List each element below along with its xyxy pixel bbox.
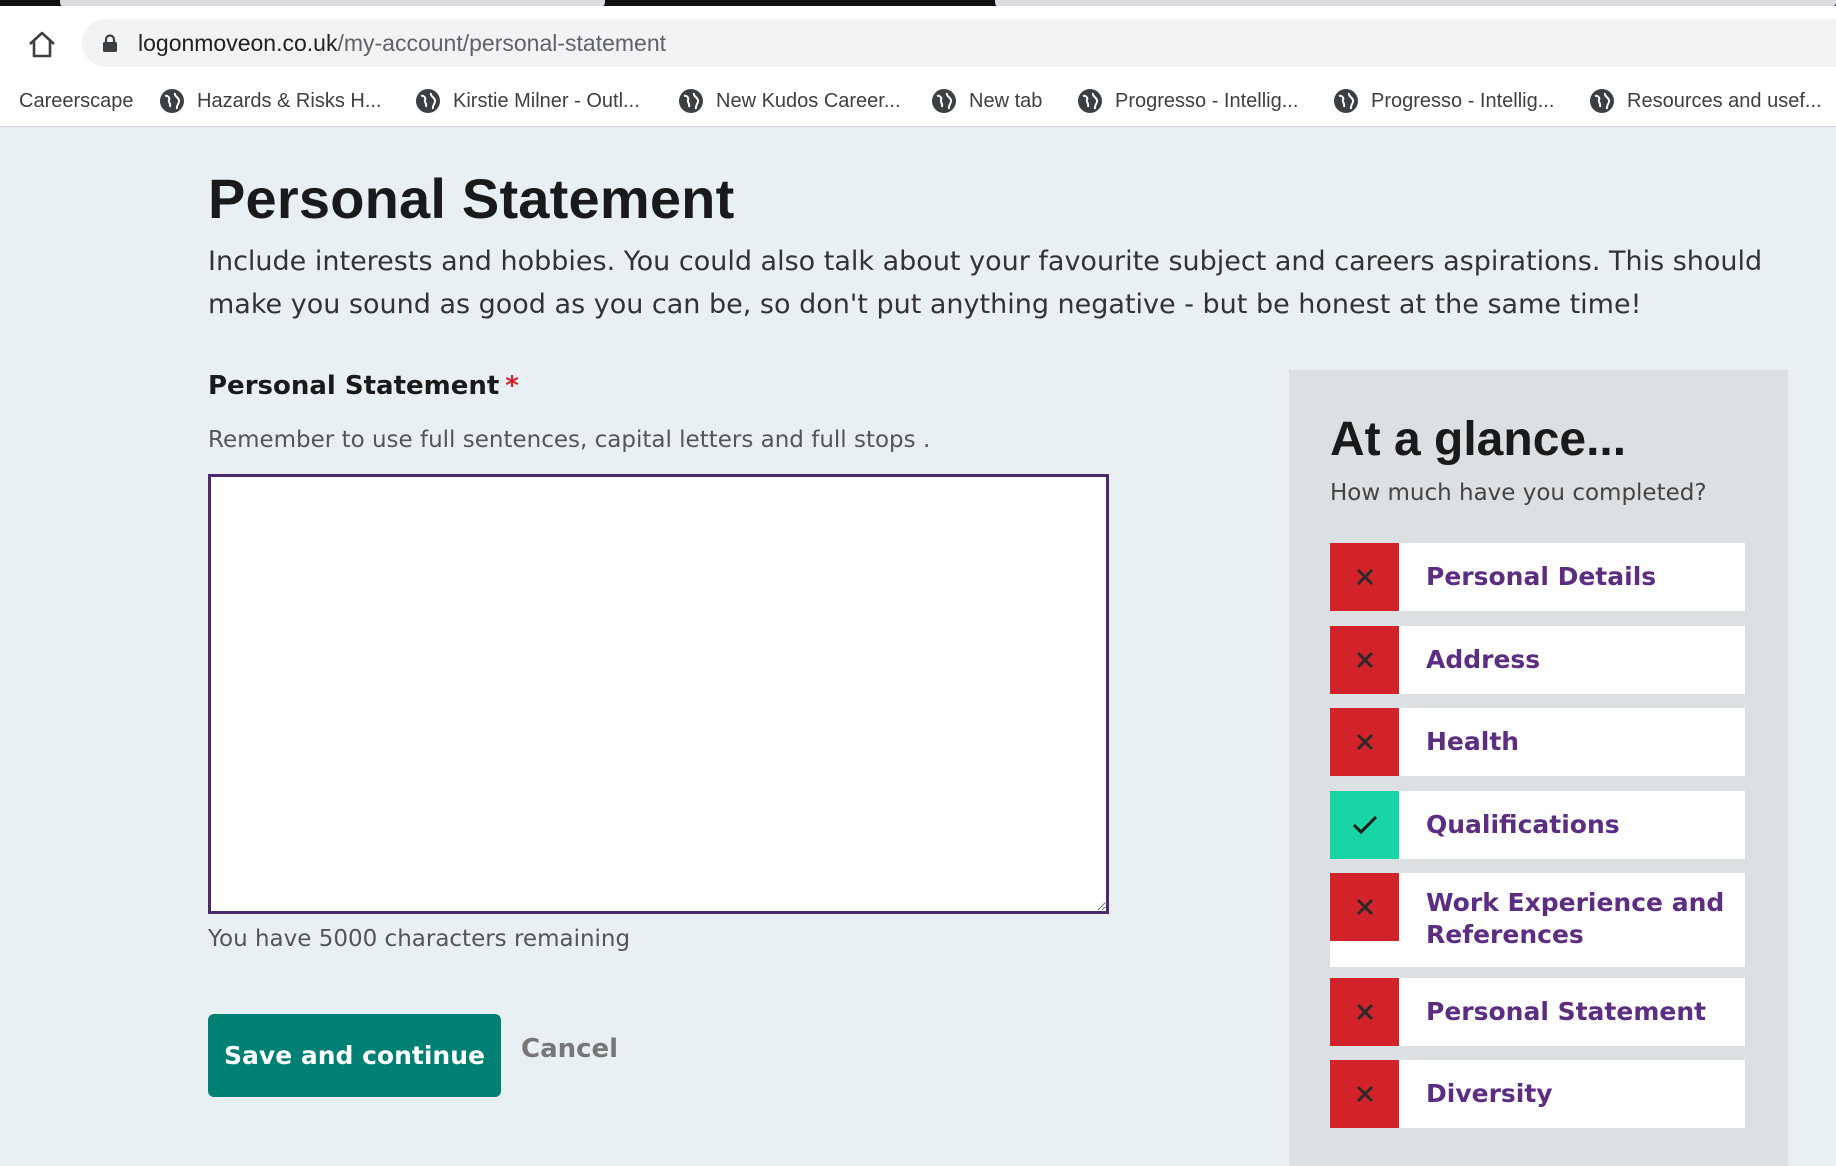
cross-icon: [1330, 626, 1399, 694]
bookmark-label: Hazards & Risks H...: [197, 89, 382, 112]
bookmarks-bar: Careerscape Hazards & Risks H... Kirstie…: [0, 76, 1836, 127]
bookmark-progresso-2[interactable]: Progresso - Intellig...: [1333, 76, 1554, 126]
glance-item-label: Address: [1426, 645, 1541, 674]
globe-icon: [1334, 89, 1358, 113]
bookmark-careerscape[interactable]: Careerscape: [19, 76, 134, 126]
field-hint: Remember to use full sentences, capital …: [208, 427, 931, 453]
bookmark-label: Kirstie Milner - Outl...: [453, 89, 640, 112]
bookmark-new-kudos[interactable]: New Kudos Career...: [678, 76, 901, 126]
bookmark-progresso-1[interactable]: Progresso - Intellig...: [1077, 76, 1298, 126]
globe-icon: [416, 89, 440, 113]
bookmark-label: Careerscape: [19, 89, 134, 112]
glance-item-work-experience[interactable]: Work Experience and References: [1330, 873, 1745, 967]
bookmark-label: New tab: [969, 89, 1043, 112]
glance-item-label: Health: [1426, 727, 1520, 756]
home-icon[interactable]: [22, 25, 62, 65]
glance-item-label: Qualifications: [1426, 810, 1620, 839]
glance-item-qualifications[interactable]: Qualifications: [1330, 791, 1745, 859]
globe-icon: [679, 89, 703, 113]
glance-item-personal-statement[interactable]: Personal Statement: [1330, 978, 1745, 1046]
glance-item-personal-details[interactable]: Personal Details: [1330, 543, 1745, 611]
globe-icon: [1590, 89, 1614, 113]
bookmark-resources[interactable]: Resources and usef...: [1589, 76, 1822, 126]
glance-subtitle: How much have you completed?: [1330, 480, 1707, 506]
bookmark-hazards-risks[interactable]: Hazards & Risks H...: [159, 76, 381, 126]
bookmark-new-tab[interactable]: New tab: [931, 76, 1042, 126]
cancel-link[interactable]: Cancel: [521, 1034, 618, 1064]
personal-statement-textarea[interactable]: [208, 474, 1109, 914]
bookmark-label: New Kudos Career...: [716, 89, 901, 112]
address-bar[interactable]: logonmoveon.co.uk/my-account/personal-st…: [82, 19, 1836, 67]
field-label-text: Personal Statement: [208, 371, 500, 401]
page-title: Personal Statement: [208, 167, 735, 230]
glance-item-address[interactable]: Address: [1330, 626, 1745, 694]
save-and-continue-button[interactable]: Save and continue: [208, 1014, 501, 1097]
at-a-glance-panel: At a glance... How much have you complet…: [1289, 370, 1788, 1166]
bookmark-label: Progresso - Intellig...: [1115, 89, 1299, 112]
check-icon: [1330, 791, 1399, 859]
personal-statement-label: Personal Statement *: [208, 371, 519, 401]
glance-item-label: Diversity: [1426, 1079, 1553, 1108]
bookmark-label: Resources and usef...: [1627, 89, 1822, 112]
globe-icon: [160, 89, 184, 113]
url-path: /my-account/personal-statement: [337, 30, 667, 56]
glance-item-label: Personal Statement: [1426, 997, 1707, 1026]
bookmark-label: Progresso - Intellig...: [1371, 89, 1555, 112]
browser-toolbar: logonmoveon.co.uk/my-account/personal-st…: [0, 6, 1836, 76]
url-domain: logonmoveon.co.uk: [138, 30, 338, 56]
glance-title: At a glance...: [1330, 413, 1627, 466]
lock-icon[interactable]: [102, 34, 118, 52]
url-text[interactable]: logonmoveon.co.uk/my-account/personal-st…: [138, 30, 666, 56]
page-intro: Include interests and hobbies. You could…: [208, 246, 1763, 320]
cross-icon: [1330, 873, 1399, 941]
cross-icon: [1330, 708, 1399, 776]
glance-item-label: Personal Details: [1426, 562, 1657, 591]
glance-item-health[interactable]: Health: [1330, 708, 1745, 776]
glance-item-label: Work Experience and References: [1426, 888, 1725, 949]
cross-icon: [1330, 978, 1399, 1046]
cross-icon: [1330, 1060, 1399, 1128]
cross-icon: [1330, 543, 1399, 611]
globe-icon: [1078, 89, 1102, 113]
bookmark-kirstie-milner[interactable]: Kirstie Milner - Outl...: [415, 76, 640, 126]
required-marker: *: [505, 371, 519, 401]
globe-icon: [932, 89, 956, 113]
characters-remaining: You have 5000 characters remaining: [208, 926, 631, 952]
glance-item-diversity[interactable]: Diversity: [1330, 1060, 1745, 1128]
